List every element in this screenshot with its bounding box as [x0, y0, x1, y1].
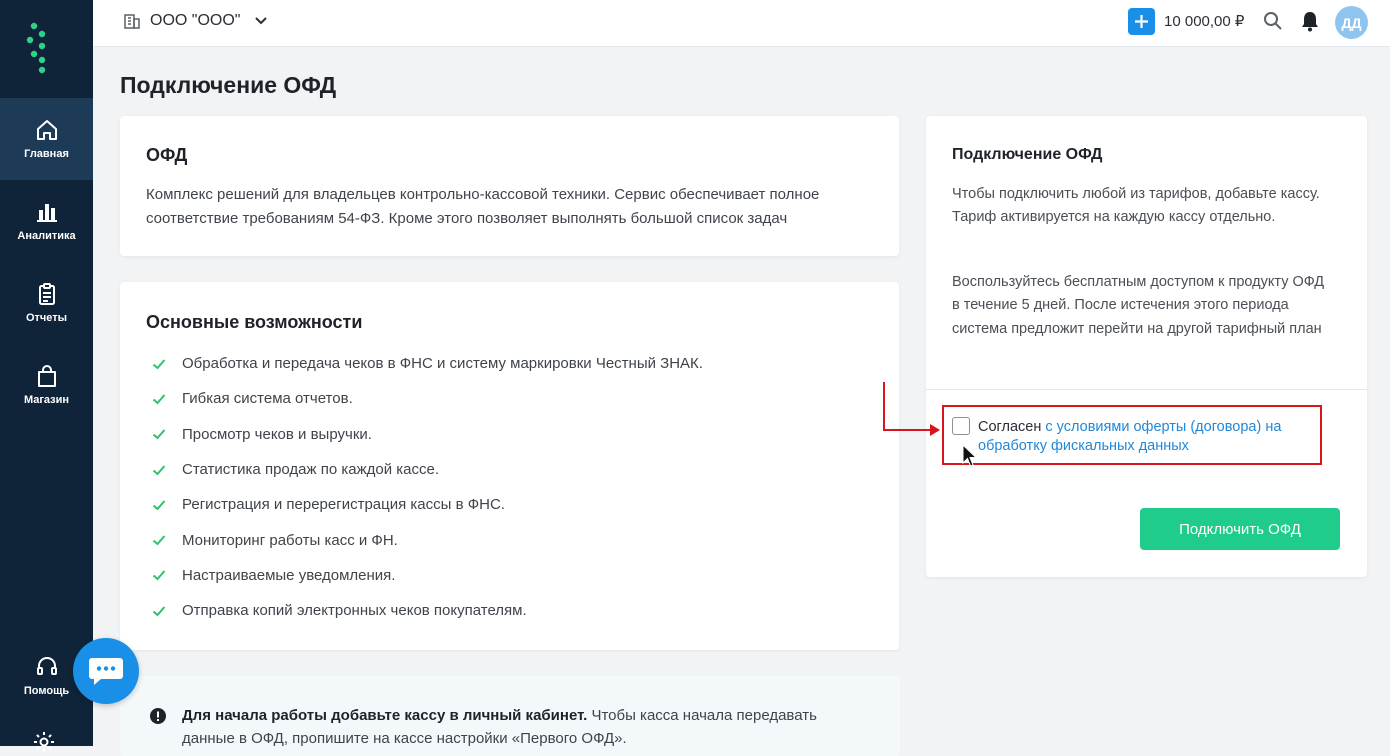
list-item: Статистика продаж по каждой кассе. — [146, 452, 703, 487]
sidebar-item-label: Отчеты — [25, 312, 68, 324]
sidebar-item-label: Помощь — [23, 685, 70, 697]
list-item: Настраиваемые уведомления. — [146, 558, 703, 593]
check-icon — [152, 464, 166, 475]
card-title: Основные возможности — [146, 312, 363, 332]
connect-paragraph-1: Чтобы подключить любой из тарифов, добав… — [952, 186, 1320, 226]
headset-icon — [36, 657, 57, 675]
list-item: Отправка копий электронных чеков покупат… — [146, 593, 703, 628]
chevron-down-icon — [255, 17, 268, 25]
check-icon — [152, 535, 166, 546]
card-title: Подключение ОФД — [952, 146, 1103, 163]
mouse-cursor-icon — [962, 444, 978, 467]
bell-icon[interactable] — [1298, 9, 1322, 33]
feature-text: Регистрация и перерегистрация кассы в ФН… — [182, 496, 505, 514]
feature-text: Мониторинг работы касс и ФН. — [182, 531, 398, 549]
avatar[interactable]: ДД — [1335, 6, 1368, 39]
info-banner: Для начала работы добавьте кассу в личны… — [120, 676, 900, 756]
ofd-info-card: ОФД Комплекс решений для владельцев конт… — [120, 116, 899, 256]
feature-text: Настраиваемые уведомления. — [182, 566, 396, 584]
info-icon — [150, 708, 166, 724]
organization-name: ООО "ООО" — [150, 12, 241, 29]
account-balance: 10 000,00 ₽ — [1164, 13, 1245, 30]
sidebar-item-label: Магазин — [23, 394, 70, 406]
annotation-highlight-box — [942, 405, 1322, 465]
sidebar-item-label: Аналитика — [17, 230, 76, 242]
check-icon — [152, 358, 166, 370]
annotation-arrow-icon — [883, 382, 940, 436]
feature-text: Просмотр чеков и выручки. — [182, 425, 372, 443]
organization-selector[interactable]: ООО "ООО" — [123, 12, 268, 30]
sidebar-item-analytics[interactable]: Аналитика — [0, 180, 93, 262]
shopping-bag-icon — [37, 365, 56, 387]
chat-icon — [89, 658, 123, 685]
card-description: Комплекс решений для владельцев контроль… — [146, 186, 820, 227]
feature-text: Отправка копий электронных чеков покупат… — [182, 602, 527, 620]
sidebar-item-shop[interactable]: Магазин — [0, 344, 93, 426]
feature-text: Гибкая система отчетов. — [182, 390, 353, 408]
search-icon[interactable] — [1262, 10, 1284, 32]
features-card: Основные возможности Обработка и передач… — [120, 282, 899, 650]
card-title: ОФД — [146, 145, 188, 165]
check-icon — [152, 394, 166, 405]
clipboard-icon — [38, 283, 55, 305]
chat-support-button[interactable] — [73, 638, 139, 704]
plus-icon — [1135, 15, 1148, 28]
list-item: Мониторинг работы касс и ФН. — [146, 522, 703, 557]
feature-text: Статистика продаж по каждой кассе. — [182, 461, 440, 479]
page-title: Подключение ОФД — [120, 72, 337, 98]
list-item: Регистрация и перерегистрация кассы в ФН… — [146, 487, 703, 522]
building-icon — [124, 14, 140, 29]
check-icon — [152, 429, 166, 440]
info-text: Для начала работы добавьте кассу в личны… — [182, 704, 862, 750]
bar-chart-icon — [36, 204, 57, 222]
info-text-bold: Для начала работы добавьте кассу в личны… — [182, 707, 588, 724]
home-icon — [36, 120, 57, 140]
sidebar-item-home[interactable]: Главная — [0, 98, 93, 180]
logo-icon — [26, 22, 46, 74]
sidebar-item-label: Главная — [24, 148, 69, 160]
list-item: Гибкая система отчетов. — [146, 381, 703, 416]
list-item: Обработка и передача чеков в ФНС и систе… — [146, 346, 703, 381]
check-icon — [152, 500, 166, 511]
check-icon — [152, 570, 166, 581]
feature-text: Обработка и передача чеков в ФНС и систе… — [182, 355, 703, 373]
features-list: Обработка и передача чеков в ФНС и систе… — [146, 346, 703, 628]
check-icon — [152, 606, 166, 617]
sidebar: Главная Аналитика Отчеты Магазин Помощь — [0, 0, 93, 752]
sidebar-item-reports[interactable]: Отчеты — [0, 262, 93, 344]
connect-ofd-button[interactable]: Подключить ОФД — [1140, 508, 1340, 550]
list-item: Просмотр чеков и выручки. — [146, 417, 703, 452]
settings-gear-icon[interactable] — [32, 730, 56, 754]
add-funds-button[interactable] — [1128, 8, 1155, 35]
connect-paragraph-2: Воспользуйтесь бесплатным доступом к про… — [952, 274, 1325, 337]
divider — [926, 389, 1367, 390]
